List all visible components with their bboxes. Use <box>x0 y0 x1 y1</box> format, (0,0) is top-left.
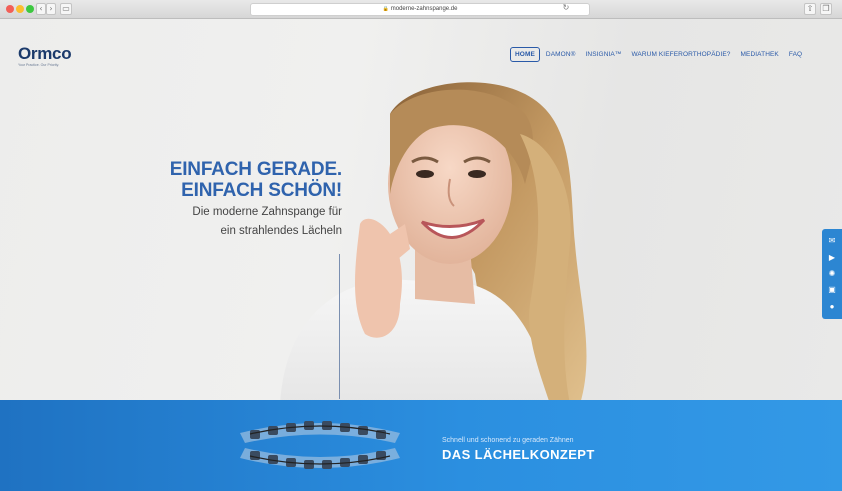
lock-icon: 🔒 <box>382 6 389 12</box>
ormco-logo[interactable]: Ormco Your Practice. Our Priority. <box>18 44 72 67</box>
mail-icon[interactable]: ✉ <box>826 235 838 247</box>
forward-button[interactable]: › <box>46 3 56 15</box>
nav-item-damon[interactable]: DAMON® <box>542 47 580 62</box>
hero-woman-image <box>280 82 587 404</box>
sidebar-toggle-icon[interactable]: ▭ <box>60 3 72 15</box>
loading-icon[interactable]: ✺ <box>826 268 838 280</box>
nav-item-home[interactable]: HOME <box>510 47 540 62</box>
image-icon[interactable]: ▣ <box>826 284 838 296</box>
nav-item-warum-kieferorthopaedie[interactable]: WARUM KIEFERORTHOPÄDIE? <box>627 47 734 62</box>
main-navigation: HOME DAMON® INSIGNIA™ WARUM KIEFERORTHOP… <box>510 47 808 62</box>
tabs-icon[interactable]: ❐ <box>820 3 832 15</box>
browser-window: ‹ › ▭ 🔒 moderne-zahnspange.de ↻ ⇧ ❐ Ormc… <box>0 0 842 491</box>
maximize-window-button[interactable] <box>26 5 34 13</box>
website: Ormco Your Practice. Our Priority. HOME … <box>0 19 842 491</box>
logo-tagline: Your Practice. Our Priority. <box>18 63 60 67</box>
address-text: moderne-zahnspange.de <box>390 6 458 12</box>
scroll-indicator-line <box>339 254 340 399</box>
browser-toolbar: ‹ › ▭ 🔒 moderne-zahnspange.de ↻ ⇧ ❐ <box>0 0 842 19</box>
banner-title: DAS LÄCHELKONZEPT <box>442 447 595 462</box>
nav-item-insignia[interactable]: INSIGNIA™ <box>582 47 626 62</box>
close-window-button[interactable] <box>6 5 14 13</box>
banner-subtitle: Schnell und schonend zu geraden Zähnen <box>442 437 574 444</box>
hero-headline: EINFACH GERADE. EINFACH SCHÖN! Die moder… <box>170 159 342 239</box>
back-button[interactable]: ‹ <box>36 3 46 15</box>
share-icon[interactable]: ⇧ <box>804 3 816 15</box>
headline-line-1: EINFACH GERADE. <box>169 159 342 180</box>
minimize-window-button[interactable] <box>16 5 24 13</box>
address-bar[interactable]: 🔒 moderne-zahnspange.de <box>250 3 590 16</box>
headline-line-2: EINFACH SCHÖN! <box>181 180 342 201</box>
floating-contact-bar: ✉ ▶ ✺ ▣ ● <box>822 229 842 319</box>
nav-item-faq[interactable]: FAQ <box>785 47 806 62</box>
logo-wordmark: Ormco <box>18 44 72 63</box>
reload-icon[interactable]: ↻ <box>560 3 572 15</box>
subline-line-2: ein strahlendes Lächeln <box>220 225 342 237</box>
subline-line-1: Die moderne Zahnspange für <box>192 206 342 218</box>
nav-item-mediathek[interactable]: MEDIATHEK <box>737 47 783 62</box>
play-icon[interactable]: ▶ <box>826 252 838 264</box>
chat-icon[interactable]: ● <box>826 301 838 313</box>
laechelkonzept-banner[interactable]: Schnell und schonend zu geraden Zähnen D… <box>0 400 842 491</box>
braces-illustration <box>240 421 400 469</box>
